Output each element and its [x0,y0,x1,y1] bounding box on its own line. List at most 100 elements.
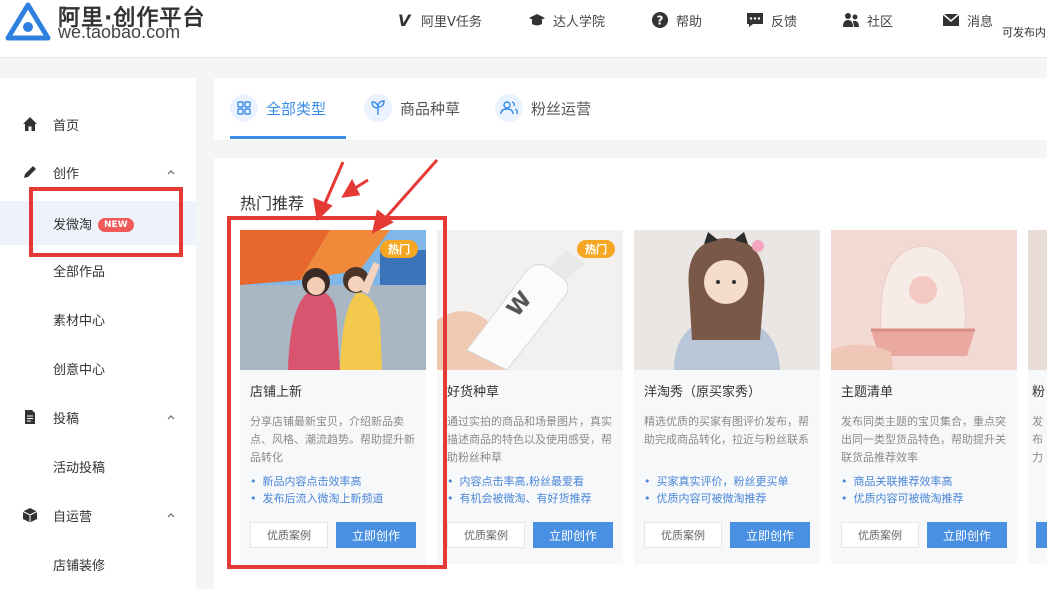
card-desc: 分享店铺最新宝贝，介绍新品卖点、风格、潮流趋势。帮助提升新品转化 [250,415,415,464]
tab-label: 全部类型 [266,99,327,118]
card-theme-list[interactable]: 主题清单 发布同类主题的宝贝集合，重点突出同一类型货品特色，帮助提升关联货品推荐… [831,230,1017,564]
card-image[interactable] [634,230,820,370]
sidebar-item-submission[interactable]: 投稿 [0,402,196,432]
create-now-button[interactable]: 立即创作 [927,522,1007,548]
sidebar-item-creative-center[interactable]: 创意中心 [0,353,196,383]
nav-v-task[interactable]: V 阿里V任务 [396,8,482,32]
quality-case-button[interactable]: 优质案例 [250,522,328,548]
card-good-seeding[interactable]: W 热门 好货种草 通过实拍的商品和场景图片，真实描述商品的特色以及使用感受，帮… [437,230,623,564]
nav-feedback[interactable]: 反馈 [746,8,797,32]
top-bar: 阿里·创作平台 we.taobao.com V 阿里V任务 达人学院 ? 帮助 … [0,0,1047,58]
sidebar-item-label: 投稿 [53,411,80,427]
nav-label: 社区 [867,14,894,30]
v-icon: V [398,11,412,29]
sidebar-item-label: 创作 [53,166,80,182]
fans-icon [495,94,523,122]
card-point: 新品内容点击效率高 [250,473,426,490]
card-desc: 发布同类主题的宝贝集合，重点突出同一类型货品特色，帮助提升关联货品推荐效率 [841,415,1006,464]
card-photo-glass-dome [831,230,1017,370]
card-title: 店铺上新 [250,385,303,400]
people-icon [843,13,859,27]
graduation-cap-icon [529,14,545,26]
create-now-button-partial[interactable] [1036,522,1047,548]
svg-text:V: V [398,11,412,29]
nav-label: 消息 [967,14,994,30]
nav-community[interactable]: 社区 [842,8,893,32]
sidebar-item-label: 自运营 [53,509,93,525]
chat-icon [747,13,763,27]
card-title: 洋淘秀（原买家秀） [644,385,762,400]
sidebar-item-label: 店铺装修 [53,558,106,574]
sidebar-item-label-wrap: 发微淘 NEW [53,214,134,233]
tab-all-types[interactable]: 全部类型 [230,94,326,122]
card-desc: 通过实拍的商品和场景图片，真实描述商品的特色以及使用感受，帮助粉丝种草 [447,415,612,464]
grid-icon [230,94,258,122]
nav-label: 帮助 [676,14,703,30]
card-buyer-show[interactable]: 洋淘秀（原买家秀） 精选优质的买家有图评价发布，帮助完成商品转化，拉近与粉丝联系… [634,230,820,564]
question-icon: ? [652,12,668,28]
sidebar-item-store-decoration[interactable]: 店铺装修 [0,549,196,579]
chevron-up-icon[interactable] [166,167,176,177]
card-title: 粉 [1032,385,1046,400]
tab-product-seeding[interactable]: 商品种草 [364,94,460,122]
sidebar-item-label: 发微淘 [53,217,93,233]
hot-badge: 热门 [380,240,418,258]
svg-text:?: ? [657,14,664,28]
sidebar-item-create[interactable]: 创作 [0,157,196,187]
main-content: 热门推荐 热门 店铺上新 分享店铺最新宝贝，介绍新品卖点、风格、潮流趋势。帮助提… [214,158,1047,589]
card-store-new[interactable]: 热门 店铺上新 分享店铺最新宝贝，介绍新品卖点、风格、潮流趋势。帮助提升新品转化… [240,230,426,564]
card-partial[interactable]: 粉 发布力 [1028,230,1047,564]
document-icon [25,410,35,424]
active-tab-indicator [230,136,346,139]
nav-messages[interactable]: 消息 [942,8,993,32]
box-icon [22,508,38,523]
card-point: 买家真实评价，粉丝更买单 [644,473,820,490]
new-badge: NEW [98,218,134,232]
card-point: 内容点击率高,粉丝最爱看 [447,473,623,490]
sidebar-item-post-weitao[interactable]: 发微淘 NEW [0,201,196,245]
logo-icon[interactable] [4,2,52,42]
sidebar-item-label: 创意中心 [53,362,106,378]
chevron-up-icon[interactable] [166,412,176,422]
tab-label: 粉丝运营 [531,99,592,118]
card-points: 买家真实评价，粉丝更买单 优质内容可被微淘推荐 [644,473,820,507]
card-image[interactable]: W 热门 [437,230,623,370]
create-now-button[interactable]: 立即创作 [730,522,810,548]
card-image[interactable] [831,230,1017,370]
sidebar-item-label: 活动投稿 [53,460,106,476]
nav-label: 阿里V任务 [421,14,482,30]
sidebar-item-label: 首页 [53,118,80,134]
home-icon [23,117,37,131]
create-now-button[interactable]: 立即创作 [533,522,613,548]
quality-case-button[interactable]: 优质案例 [644,522,722,548]
hot-badge: 热门 [577,240,615,258]
card-desc: 发布力 [1032,415,1043,464]
quality-case-button[interactable]: 优质案例 [841,522,919,548]
card-photo-partial [1028,230,1047,370]
tab-fans-operation[interactable]: 粉丝运营 [495,94,591,122]
logo-url[interactable]: we.taobao.com [58,22,180,43]
create-now-button[interactable]: 立即创作 [336,522,416,548]
card-title: 好货种草 [447,385,500,400]
card-image[interactable] [1028,230,1047,370]
card-image[interactable]: 热门 [240,230,426,370]
card-title: 主题清单 [841,385,894,400]
card-point: 发布后流入微淘上新频道 [250,490,426,507]
card-points: 内容点击率高,粉丝最爱看 有机会被微淘、有好货推荐 [447,473,623,507]
publishable-notice: 可发布内 [1002,26,1046,39]
sidebar-item-material-center[interactable]: 素材中心 [0,304,196,334]
card-point: 有机会被微淘、有好货推荐 [447,490,623,507]
quality-case-button[interactable]: 优质案例 [447,522,525,548]
sidebar-item-self-operation[interactable]: 自运营 [0,500,196,530]
chevron-up-icon[interactable] [166,510,176,520]
card-photo-girl-cat-ears [634,230,820,370]
nav-academy[interactable]: 达人学院 [528,8,605,32]
nav-label: 反馈 [771,14,798,30]
sidebar-item-all-works[interactable]: 全部作品 [0,255,196,285]
nav-help[interactable]: ? 帮助 [651,8,702,32]
sidebar: 首页 创作 发微淘 NEW 全部作品 素材中心 创意中心 投稿 活动投稿 自运营 … [0,78,196,589]
card-point: 商品关联推荐效率高 [841,473,1017,490]
sidebar-item-home[interactable]: 首页 [0,109,196,139]
tab-label: 商品种草 [400,99,461,118]
sidebar-item-activity-submission[interactable]: 活动投稿 [0,451,196,481]
